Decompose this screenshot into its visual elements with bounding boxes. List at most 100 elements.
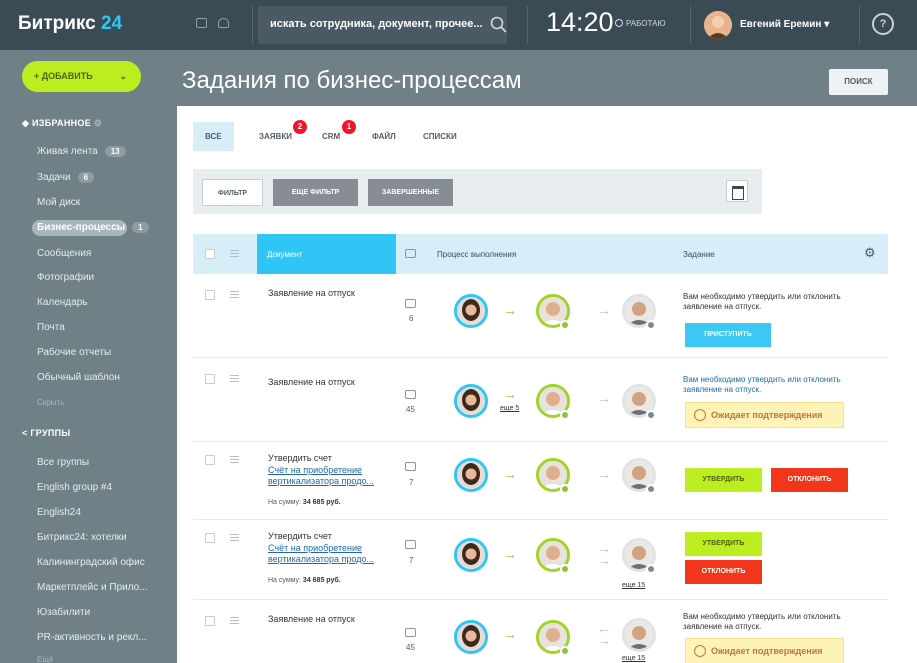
work-status[interactable]: РАБОТАЮ	[615, 19, 666, 28]
document-title[interactable]: Заявление на отпуск	[268, 614, 355, 624]
more-participants-link[interactable]: еще 15	[622, 655, 645, 662]
sidebar-item-disk[interactable]: Мой диск	[37, 197, 80, 208]
row-checkbox[interactable]	[205, 374, 215, 384]
sidebar-item-template[interactable]: Обычный шаблон	[37, 372, 120, 383]
help-icon[interactable]: ?	[872, 13, 894, 35]
comments-icon[interactable]	[405, 628, 416, 637]
sidebar-item-bizproc[interactable]: Бизнес-процессы 1	[37, 222, 149, 233]
sidebar-group-item[interactable]: Юзабилити	[37, 607, 90, 618]
gear-icon[interactable]: ⚙	[864, 245, 876, 261]
tab-all[interactable]: ВСЕ	[193, 122, 234, 151]
approve-button[interactable]: УТВЕРДИТЬ	[685, 532, 762, 556]
document-link[interactable]: Счёт на приобретение вертикализатора про…	[268, 543, 383, 565]
more-participants-link[interactable]: еще 5	[500, 405, 519, 412]
sidebar-groups-more[interactable]: Ещё	[37, 655, 53, 663]
search-icon[interactable]	[488, 6, 510, 44]
top-header: Битрикс 24 искать сотрудника, документ, …	[0, 0, 917, 50]
row-checkbox[interactable]	[205, 455, 215, 465]
row-checkbox[interactable]	[205, 290, 215, 300]
more-filter-button[interactable]: ЕЩЕ ФИЛЬТР	[273, 179, 358, 206]
chat-icon[interactable]	[196, 18, 207, 28]
column-process[interactable]: Процесс выполнения	[437, 250, 516, 259]
logo[interactable]: Битрикс 24	[18, 13, 122, 35]
select-all-checkbox[interactable]	[205, 249, 215, 259]
pending-clock-icon	[646, 564, 656, 574]
add-button[interactable]: + ДОБАВИТЬ ⌄	[22, 61, 141, 92]
sidebar-item-mail[interactable]: Почта	[37, 322, 65, 333]
filter-button[interactable]: ФИЛЬТР	[202, 179, 263, 206]
sidebar-item-photos[interactable]: Фотографии	[37, 272, 94, 283]
table-row: Утвердить счет Счёт на приобретение верт…	[193, 520, 888, 600]
avatar-author[interactable]	[454, 294, 488, 328]
column-document[interactable]: Документ	[257, 234, 396, 274]
table-header: Документ Процесс выполнения Задание ⚙	[193, 234, 888, 274]
header-divider	[252, 6, 253, 44]
sidebar-group-item[interactable]: Все группы	[37, 457, 89, 468]
reject-button[interactable]: ОТКЛОНИТЬ	[685, 560, 762, 584]
more-participants-link[interactable]: еще 15	[622, 582, 645, 589]
comments-icon[interactable]	[405, 540, 416, 549]
search-button[interactable]: ПОИСК	[829, 69, 888, 95]
tab-lists[interactable]: СПИСКИ	[423, 132, 457, 141]
search-box[interactable]: искать сотрудника, документ, прочее...	[258, 6, 507, 44]
table-row: Заявление на отпуск 45 → еще 5 → Вам нео…	[193, 358, 888, 442]
comments-icon[interactable]	[405, 462, 416, 471]
start-button[interactable]: ПРИСТУПИТЬ	[685, 323, 771, 347]
user-name[interactable]: Евгений Еремин ▾	[740, 19, 829, 30]
tab-crm[interactable]: CRM	[322, 132, 340, 141]
menu-icon[interactable]	[230, 250, 239, 257]
sidebar-item-feed[interactable]: Живая лента 13	[37, 146, 126, 157]
sidebar-group-item[interactable]: English24	[37, 507, 81, 518]
document-title[interactable]: Заявление на отпуск	[268, 288, 355, 298]
search-input[interactable]: искать сотрудника, документ, прочее...	[270, 18, 483, 30]
approve-button[interactable]: УТВЕРДИТЬ	[685, 468, 762, 492]
sidebar-group-item[interactable]: Маркетплейс и Прило...	[37, 582, 148, 593]
avatar-author[interactable]	[454, 620, 488, 654]
row-menu-icon[interactable]	[230, 534, 239, 541]
table-row: Заявление на отпуск 6 → → Вам необходимо…	[193, 274, 888, 358]
row-menu-icon[interactable]	[230, 456, 239, 463]
filter-bar: ФИЛЬТР ЕЩЕ ФИЛЬТР ЗАВЕРШЕННЫЕ	[193, 169, 762, 214]
avatar-author[interactable]	[454, 538, 488, 572]
sidebar-hide-link[interactable]: Скрыть	[37, 398, 64, 407]
arrow-right-icon: →	[597, 390, 611, 406]
page-title: Задания по бизнес-процессам	[182, 67, 522, 94]
row-menu-icon[interactable]	[230, 617, 239, 624]
row-checkbox[interactable]	[205, 616, 215, 626]
tab-requests[interactable]: ЗАЯВКИ	[259, 132, 292, 141]
tab-file[interactable]: ФАЙЛ	[372, 132, 396, 141]
reject-button[interactable]: ОТКЛОНИТЬ	[771, 468, 848, 492]
view-settings-icon[interactable]	[726, 180, 748, 202]
clock[interactable]: 14:20	[546, 7, 614, 38]
task-description: Вам необходимо утвердить или отклонить з…	[683, 292, 841, 311]
row-menu-icon[interactable]	[230, 291, 239, 298]
arrow-right-icon: →	[503, 626, 517, 642]
favorites-header[interactable]: ◆ ИЗБРАННОЕ ⚙	[22, 118, 102, 129]
task-link[interactable]: Вам необходимо утвердить или отклонить з…	[683, 375, 873, 395]
arrow-right-icon: →	[597, 632, 611, 648]
document-link[interactable]: Счёт на приобретение вертикализатора про…	[268, 465, 383, 487]
completed-filter-button[interactable]: ЗАВЕРШЕННЫЕ	[368, 179, 453, 206]
sidebar-group-item[interactable]: Калининградский офис	[37, 557, 145, 568]
avatar-author[interactable]	[454, 458, 488, 492]
sidebar-item-reports[interactable]: Рабочие отчеты	[37, 347, 111, 358]
comments-icon[interactable]	[405, 390, 416, 399]
arrow-right-icon: →	[597, 552, 611, 568]
avatar-next[interactable]	[622, 618, 656, 652]
sidebar-group-item[interactable]: Битрикс24: хотелки	[37, 532, 127, 543]
groups-header[interactable]: < ГРУППЫ	[22, 428, 71, 438]
user-avatar[interactable]	[704, 11, 732, 39]
bell-icon[interactable]	[218, 18, 229, 28]
table-row: Утвердить счет Счёт на приобретение верт…	[193, 442, 888, 520]
row-menu-icon[interactable]	[230, 375, 239, 382]
sidebar-item-messages[interactable]: Сообщения	[37, 248, 91, 259]
row-checkbox[interactable]	[205, 533, 215, 543]
document-title[interactable]: Заявление на отпуск	[268, 377, 355, 387]
sidebar-group-item[interactable]: PR-активность и рекл...	[37, 632, 147, 643]
sidebar-group-item[interactable]: English group #4	[37, 482, 112, 493]
sidebar-item-calendar[interactable]: Календарь	[37, 297, 87, 308]
avatar-author[interactable]	[454, 384, 488, 418]
column-task[interactable]: Задание	[683, 250, 715, 259]
comments-icon[interactable]	[405, 299, 416, 308]
sidebar-item-tasks[interactable]: Задачи 6	[37, 172, 95, 183]
